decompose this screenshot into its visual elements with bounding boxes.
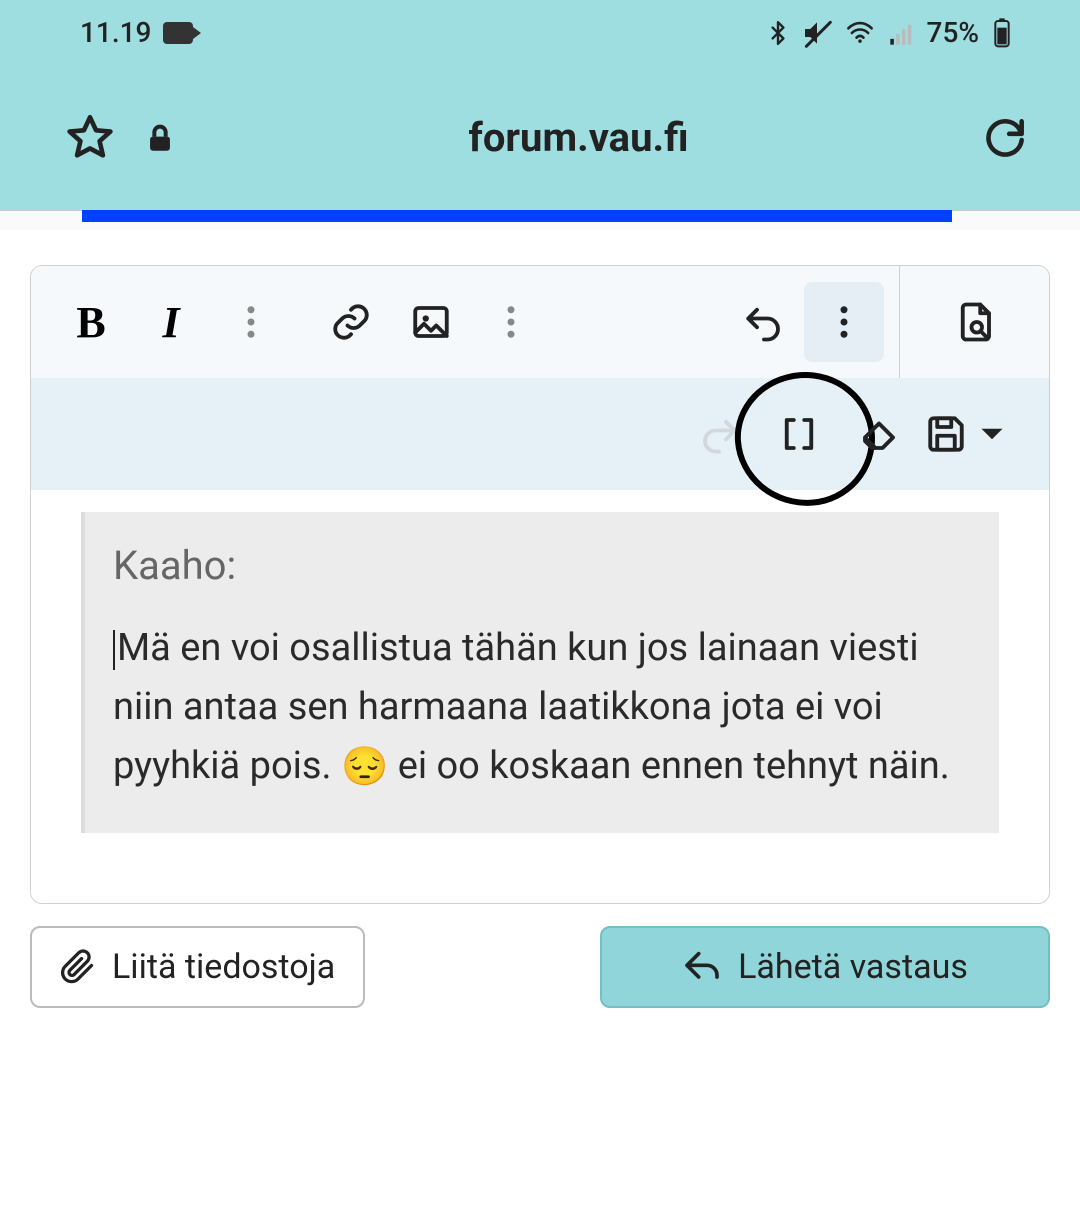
muted-volume-icon: [801, 17, 833, 49]
preview-document-icon: [954, 301, 996, 343]
dots-vertical-icon: [823, 301, 865, 343]
caret-down-icon: [971, 413, 1013, 455]
more-insert-options-button[interactable]: [471, 282, 551, 362]
loading-progress-bar: [82, 210, 952, 222]
star-bookmark-icon[interactable]: [65, 113, 115, 163]
more-text-options-button[interactable]: [211, 282, 291, 362]
editor-toolbar-primary: B I: [31, 266, 1049, 378]
save-disk-icon: [925, 413, 967, 455]
editor-toolbar-secondary: [31, 378, 1049, 490]
brackets-icon: [778, 413, 820, 455]
bold-button[interactable]: B: [51, 282, 131, 362]
battery-icon: [989, 17, 1015, 49]
draft-save-button[interactable]: [919, 394, 1019, 474]
undo-icon: [743, 301, 785, 343]
dots-vertical-icon: [230, 301, 272, 343]
reload-icon[interactable]: [980, 113, 1030, 163]
action-row: Liitä tiedostoja Lähetä vastaus: [0, 904, 1080, 1008]
eraser-icon: [858, 413, 900, 455]
video-recording-icon: [163, 22, 193, 44]
status-left: 11.19: [80, 16, 193, 49]
bluetooth-icon: [765, 17, 791, 49]
android-status-bar: 11.19 75%: [0, 0, 1080, 65]
paperclip-icon: [60, 949, 96, 985]
url-display[interactable]: forum.vau.fi: [205, 114, 952, 161]
clock-text: 11.19: [80, 16, 151, 49]
text-cursor: [113, 630, 115, 670]
clear-format-button[interactable]: [839, 394, 919, 474]
cell-signal-icon: [887, 19, 917, 47]
attach-label: Liitä tiedostoja: [112, 947, 335, 987]
submit-reply-button[interactable]: Lähetä vastaus: [600, 926, 1050, 1008]
undo-button[interactable]: [724, 282, 804, 362]
quote-author-label: Kaaho:: [113, 542, 971, 589]
editor-content-area[interactable]: Kaaho: Mä en voi osallistua tähän kun jo…: [31, 490, 1049, 903]
image-button[interactable]: [391, 282, 471, 362]
browser-header: forum.vau.fi: [0, 65, 1080, 210]
page-divider: [0, 210, 1080, 230]
image-icon: [410, 301, 452, 343]
link-button[interactable]: [311, 282, 391, 362]
sad-emoji-icon: 😔: [341, 738, 388, 797]
wifi-icon: [843, 19, 877, 47]
lock-icon: [143, 118, 177, 158]
editor-container: B I: [30, 265, 1050, 904]
battery-percentage: 75%: [927, 16, 979, 49]
reply-arrow-icon: [682, 947, 722, 987]
link-icon: [330, 301, 372, 343]
italic-button[interactable]: I: [131, 282, 211, 362]
submit-label: Lähetä vastaus: [738, 947, 968, 987]
quote-block[interactable]: Kaaho: Mä en voi osallistua tähän kun jo…: [81, 512, 999, 833]
redo-icon: [698, 413, 740, 455]
dots-vertical-icon: [490, 301, 532, 343]
status-right: 75%: [765, 16, 1015, 49]
quote-text-part2: ei oo koskaan ennen tehnyt näin.: [388, 744, 949, 788]
more-history-options-button[interactable]: [804, 282, 884, 362]
toggle-bbcode-button[interactable]: [759, 394, 839, 474]
quote-body-text: Mä en voi osallistua tähän kun jos laina…: [113, 619, 971, 797]
preview-button[interactable]: [935, 282, 1015, 362]
attach-files-button[interactable]: Liitä tiedostoja: [30, 926, 365, 1008]
